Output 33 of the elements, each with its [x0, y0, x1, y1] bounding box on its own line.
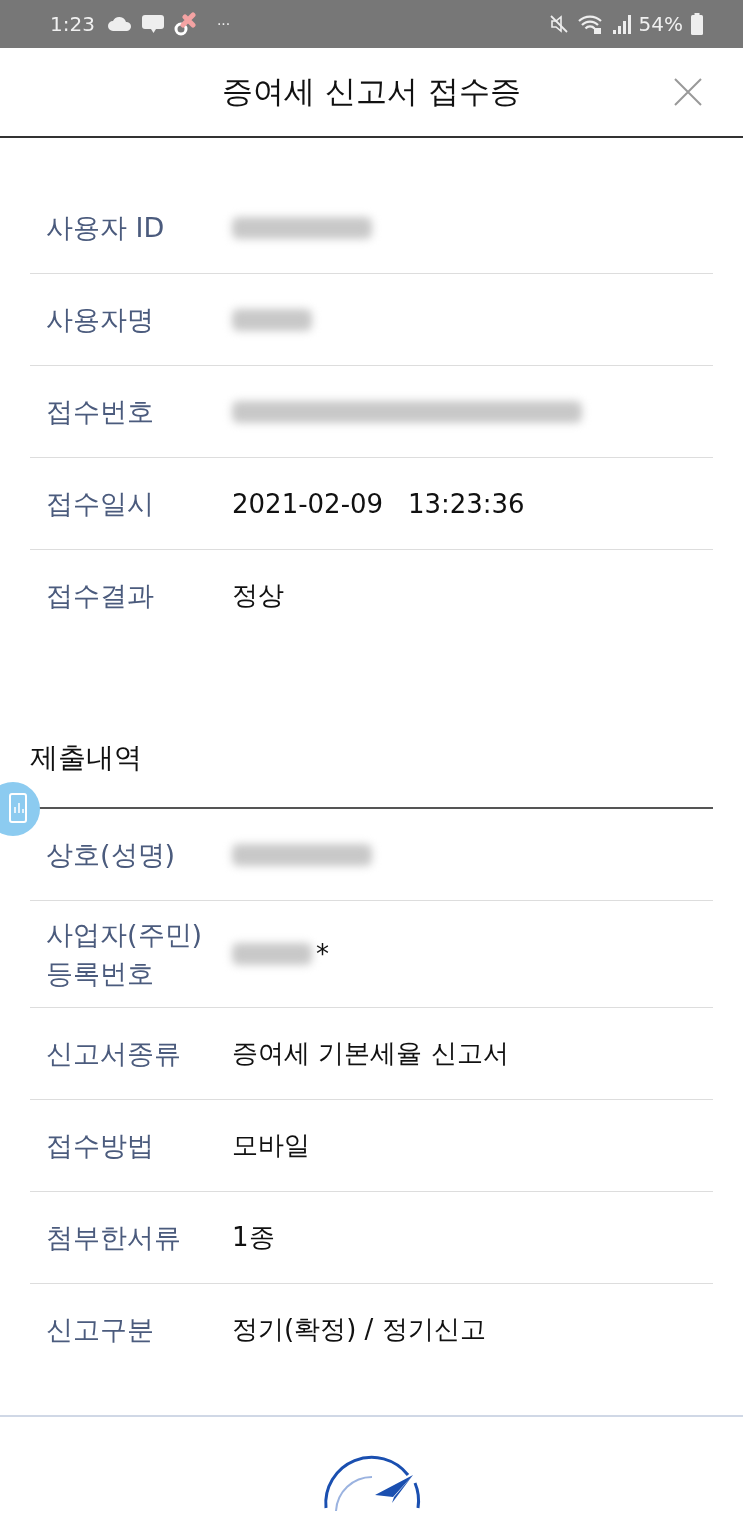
tablet-icon — [9, 793, 27, 825]
wifi-icon — [576, 14, 603, 34]
status-time: 1:23 — [50, 12, 95, 36]
field-value: 모바일 — [232, 1129, 310, 1163]
more-notifications: ··· — [216, 16, 231, 32]
page-title: 증여세 신고서 접수증 — [222, 72, 521, 111]
field-label: 사업자(주민) 등록번호 — [45, 918, 204, 992]
chat-bubble-icon — [140, 14, 165, 34]
battery-icon — [691, 13, 703, 35]
close-button[interactable] — [673, 77, 703, 107]
value-suffix: * — [316, 939, 329, 970]
field-label: 사용자 ID — [45, 210, 166, 245]
field-value: 2021-02-09 13:23:36 — [232, 488, 525, 519]
field-value: 정상 — [232, 579, 284, 612]
field-label: 접수결과 — [45, 578, 155, 613]
field-label: 접수방법 — [45, 1129, 155, 1164]
floating-tablet-button[interactable] — [0, 782, 40, 836]
field-value: 정기(확정) / 정기신고 — [232, 1313, 486, 1347]
field-label: 신고구분 — [45, 1313, 155, 1348]
cloud-icon — [106, 16, 133, 32]
signal-icon — [610, 14, 631, 34]
mute-icon — [548, 14, 569, 34]
field-label: 신고서종류 — [45, 1037, 182, 1072]
field-label: 상호(성명) — [45, 837, 177, 872]
field-value: 증여세 기본세율 신고서 — [232, 1037, 509, 1071]
field-label: 첨부한서류 — [45, 1221, 182, 1256]
field-label: 사용자명 — [45, 302, 155, 337]
field-label: 접수일시 — [45, 486, 155, 521]
close-icon — [673, 77, 703, 107]
field-label: 접수번호 — [45, 394, 155, 429]
pacifier-icon — [172, 12, 199, 36]
battery-percent: 54% — [638, 12, 683, 36]
field-value: 1종 — [232, 1221, 275, 1255]
